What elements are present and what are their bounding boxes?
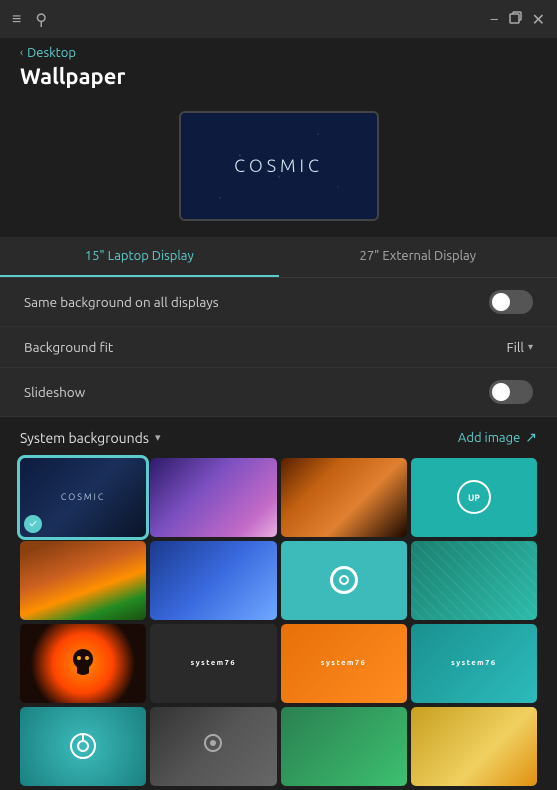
wallpaper-thumb[interactable]: system76 [150, 624, 276, 703]
same-background-label: Same background on all displays [24, 294, 219, 310]
page-title: Wallpaper [20, 64, 537, 89]
section-title-label: System backgrounds [20, 430, 149, 446]
last1-logo [68, 731, 98, 761]
section-title-arrow-icon: ▾ [155, 431, 161, 444]
titlebar-left: ≡ ⚲ [12, 10, 47, 29]
background-fit-label: Background fit [24, 339, 113, 355]
cosmic-text: COSMIC [61, 492, 105, 502]
same-background-row: Same background on all displays [0, 278, 557, 327]
breadcrumb[interactable]: ‹ Desktop [20, 46, 537, 60]
spooky-icon [71, 649, 95, 677]
sys76-teal-text: system76 [451, 659, 496, 667]
wallpaper-thumb[interactable] [150, 458, 276, 537]
scale-texture [411, 541, 537, 620]
external-link-icon: ↗ [525, 429, 537, 446]
breadcrumb-label: Desktop [27, 46, 76, 60]
potential-logo: UP [455, 478, 493, 516]
minimize-icon[interactable]: − [490, 10, 499, 28]
wallpaper-thumb[interactable] [150, 541, 276, 620]
breadcrumb-chevron-icon: ‹ [20, 47, 23, 59]
background-fit-row: Background fit Fill ▾ [0, 327, 557, 368]
dropdown-arrow-icon: ▾ [528, 341, 533, 353]
wallpaper-grid: COSMIC ✓ UP system76 system [0, 454, 557, 790]
wallpaper-thumb[interactable] [20, 624, 146, 703]
preview-frame: COSMIC [179, 111, 379, 221]
add-image-label: Add image [458, 431, 520, 445]
svg-text:UP: UP [468, 493, 480, 503]
section-title[interactable]: System backgrounds ▾ [20, 430, 160, 446]
wallpaper-thumb[interactable]: system76 [281, 624, 407, 703]
wallpaper-thumb[interactable] [411, 541, 537, 620]
section-header: System backgrounds ▾ Add image ↗ [0, 417, 557, 454]
wallpaper-thumb[interactable]: UP [411, 458, 537, 537]
settings-section: Same background on all displays Backgrou… [0, 278, 557, 417]
same-background-toggle[interactable] [489, 290, 533, 314]
slideshow-toggle[interactable] [489, 380, 533, 404]
search-icon[interactable]: ⚲ [35, 10, 47, 29]
titlebar: ≡ ⚲ − ✕ [0, 0, 557, 38]
close-icon[interactable]: ✕ [532, 10, 545, 29]
menu-icon[interactable]: ≡ [12, 10, 21, 29]
wallpaper-thumb[interactable] [281, 541, 407, 620]
preview-text: COSMIC [234, 156, 323, 176]
wallpaper-thumb[interactable] [20, 707, 146, 786]
restore-icon[interactable] [509, 10, 522, 28]
wallpaper-thumb[interactable] [150, 707, 276, 786]
sys76-dark-text: system76 [191, 659, 236, 667]
selected-checkmark: ✓ [24, 515, 42, 533]
wallpaper-thumb[interactable]: system76 [411, 624, 537, 703]
wallpaper-thumb[interactable] [281, 458, 407, 537]
pop-os-logo [330, 566, 358, 594]
preview-area: COSMIC [0, 101, 557, 237]
tab-external-display[interactable]: 27" External Display [279, 237, 557, 277]
tab-laptop-display[interactable]: 15" Laptop Display [0, 237, 279, 277]
titlebar-right: − ✕ [490, 10, 545, 29]
background-fit-dropdown[interactable]: Fill ▾ [507, 339, 534, 355]
tabs-container: 15" Laptop Display 27" External Display [0, 237, 557, 278]
slideshow-label: Slideshow [24, 384, 85, 400]
header: ‹ Desktop Wallpaper [0, 38, 557, 101]
pop-os-inner-circle [339, 575, 349, 585]
add-image-button[interactable]: Add image ↗ [458, 429, 537, 446]
wallpaper-thumb[interactable] [20, 541, 146, 620]
wallpaper-thumb[interactable] [411, 707, 537, 786]
sys76-orange-text: system76 [321, 659, 366, 667]
spooky-glow [20, 624, 146, 703]
wallpaper-thumb[interactable] [281, 707, 407, 786]
wallpaper-thumb[interactable]: COSMIC ✓ [20, 458, 146, 537]
last2-logo [198, 731, 228, 761]
slideshow-row: Slideshow [0, 368, 557, 417]
